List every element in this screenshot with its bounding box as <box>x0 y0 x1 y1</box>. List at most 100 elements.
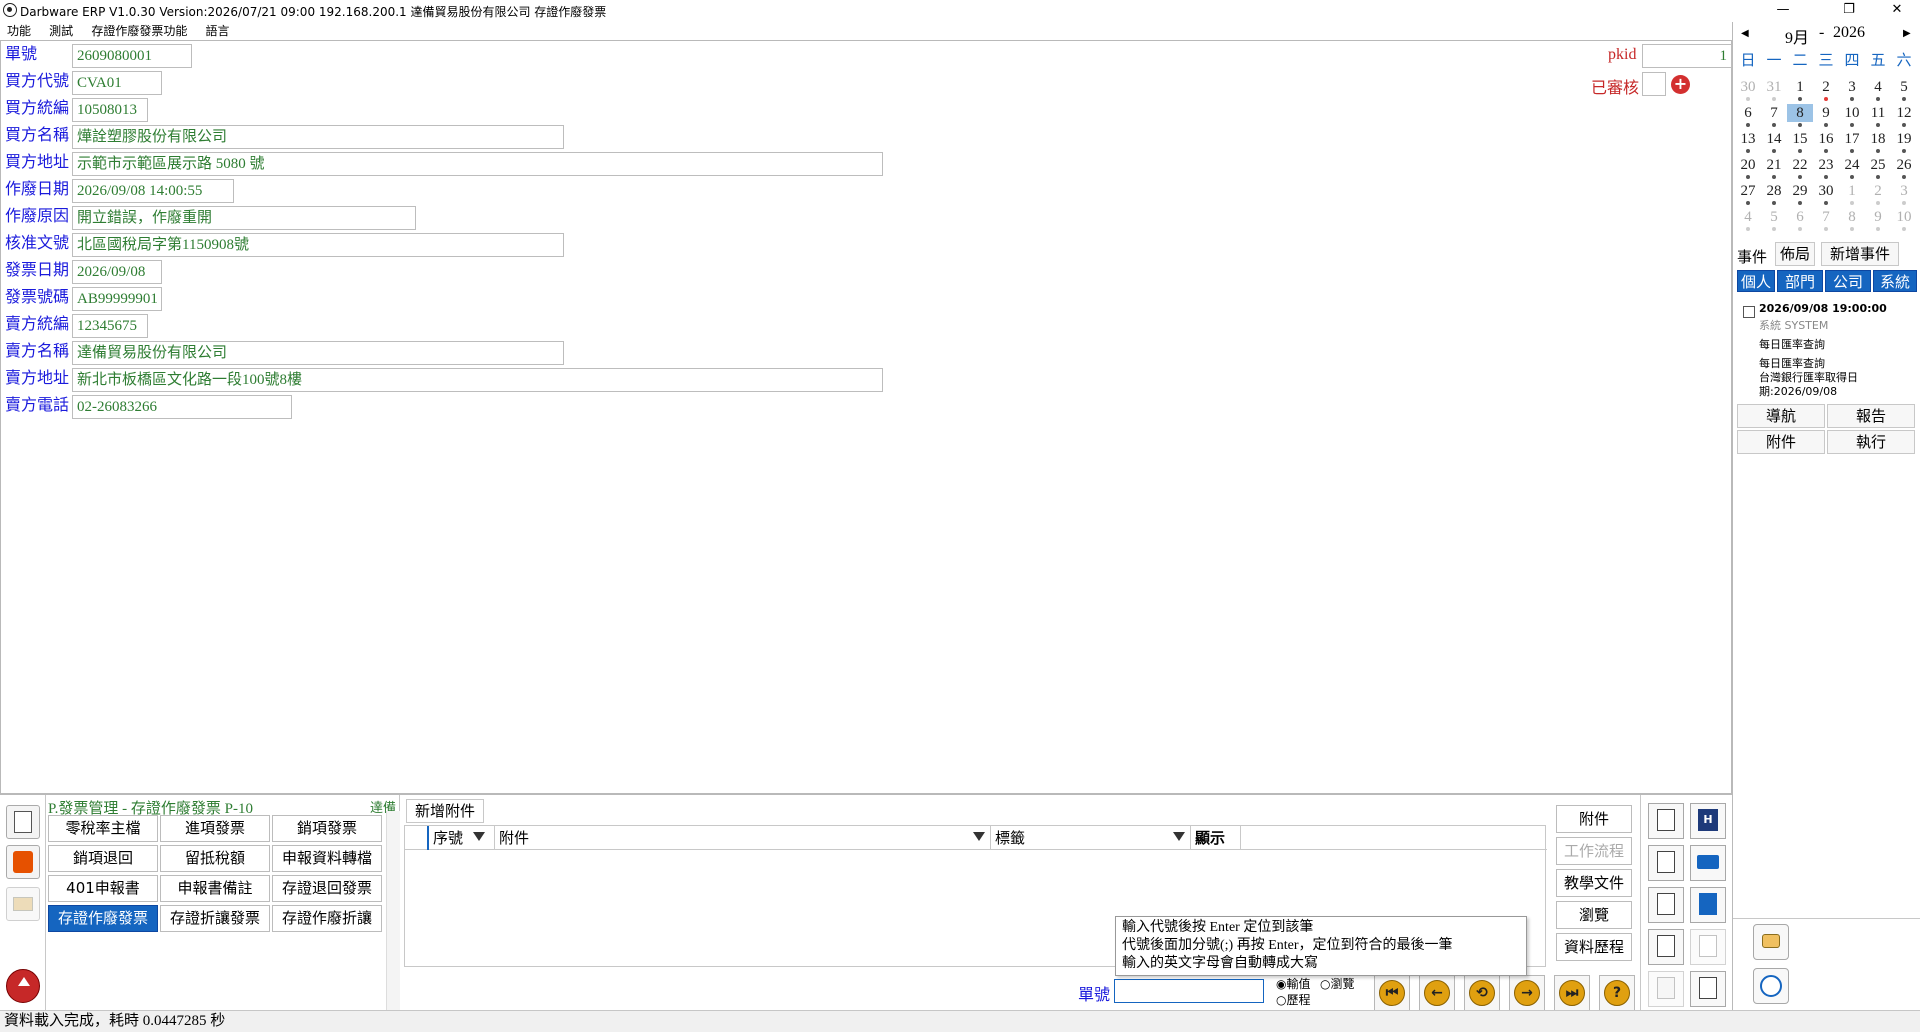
calendar-day[interactable]: 16 <box>1813 130 1839 148</box>
last-record-button[interactable]: ⏭ <box>1554 975 1590 1011</box>
calendar-day[interactable]: 7 <box>1761 104 1787 122</box>
filter-department[interactable]: 部門 <box>1777 270 1823 292</box>
calendar-day[interactable]: 9 <box>1865 208 1891 226</box>
report-button[interactable]: 報告 <box>1827 404 1915 428</box>
menu-test[interactable]: 測試 <box>42 22 80 39</box>
flower-icon[interactable] <box>6 845 40 879</box>
browse-side-button[interactable]: 瀏覽 <box>1556 901 1632 929</box>
radio-history[interactable]: ○歷程 <box>1276 991 1311 1008</box>
add-event-button[interactable]: 新增事件 <box>1821 242 1899 266</box>
calendar-day[interactable]: 10 <box>1839 104 1865 122</box>
calendar-day[interactable]: 5 <box>1891 78 1917 96</box>
clipboard-icon[interactable] <box>1690 887 1726 923</box>
calendar-day[interactable]: 22 <box>1787 156 1813 174</box>
copy-doc-icon[interactable] <box>1648 845 1684 881</box>
restore-button[interactable]: ❐ <box>1826 0 1872 22</box>
field-buyer-name[interactable]: 燁詮塑膠股份有限公司 <box>72 125 564 149</box>
btn-zero-tax-master[interactable]: 零稅率主檔 <box>48 815 158 842</box>
calendar-day[interactable]: 4 <box>1865 78 1891 96</box>
calendar-day[interactable]: 28 <box>1761 182 1787 200</box>
edit-doc-icon[interactable] <box>1648 887 1684 923</box>
btn-report-transfer[interactable]: 申報資料轉檔 <box>272 845 382 872</box>
calendar-day[interactable]: 21 <box>1761 156 1787 174</box>
field-void-date[interactable]: 2026/09/08 14:00:55 <box>72 179 234 203</box>
new-doc-icon[interactable] <box>1648 803 1684 839</box>
calendar-day[interactable]: 12 <box>1891 104 1917 122</box>
field-buyer-code[interactable]: CVA01 <box>72 71 162 95</box>
btn-archive-void-allowance[interactable]: 存證作廢折讓 <box>272 905 382 932</box>
export-doc-icon[interactable] <box>1690 971 1726 1007</box>
calendar-day[interactable]: 13 <box>1735 130 1761 148</box>
radio-browse[interactable]: ○瀏覽 <box>1320 975 1355 992</box>
btn-401-report[interactable]: 401申報書 <box>48 875 158 902</box>
calendar-day[interactable]: 6 <box>1735 104 1761 122</box>
calendar-day[interactable]: 6 <box>1787 208 1813 226</box>
calendar-day[interactable]: 11 <box>1865 104 1891 122</box>
filter-system[interactable]: 系統 <box>1873 270 1917 292</box>
radio-input-mode[interactable]: ◉輸值 <box>1276 975 1311 992</box>
refresh-button[interactable]: ⟲ <box>1464 975 1500 1011</box>
filter-icon[interactable] <box>473 832 485 841</box>
calendar-day[interactable]: 14 <box>1761 130 1787 148</box>
calendar-day[interactable]: 25 <box>1865 156 1891 174</box>
btn-retained-tax[interactable]: 留抵稅額 <box>160 845 270 872</box>
search-input[interactable] <box>1114 979 1264 1003</box>
field-invoice-no[interactable]: AB99999901 <box>72 287 162 311</box>
calendar-day[interactable]: 26 <box>1891 156 1917 174</box>
col-attachment[interactable]: 附件 <box>495 826 991 850</box>
folder-icon[interactable] <box>6 887 40 921</box>
calendar-day[interactable]: 4 <box>1735 208 1761 226</box>
field-pkid[interactable]: 1 <box>1642 44 1732 68</box>
field-seller-address[interactable]: 新北市板橋區文化路一段100號8樓 <box>72 368 883 392</box>
search-doc-icon[interactable] <box>1690 929 1726 965</box>
save-html-icon[interactable]: H <box>1690 803 1726 839</box>
col-seq[interactable]: 序號 <box>429 826 495 850</box>
btn-report-note[interactable]: 申報書備註 <box>160 875 270 902</box>
close-button[interactable]: ✕ <box>1874 0 1920 22</box>
filter-icon[interactable] <box>973 832 985 841</box>
filter-icon[interactable] <box>1173 832 1185 841</box>
calendar-day[interactable]: 8 <box>1839 208 1865 226</box>
calendar-day[interactable]: 5 <box>1761 208 1787 226</box>
help-button[interactable]: ? <box>1599 975 1635 1011</box>
minimize-button[interactable]: — <box>1760 0 1806 22</box>
calendar-day[interactable]: 31 <box>1761 78 1787 96</box>
module-scrollbar[interactable] <box>386 811 400 1011</box>
calendar-day[interactable]: 27 <box>1735 182 1761 200</box>
history-side-button[interactable]: 資料歷程 <box>1556 933 1632 961</box>
plus-circle-icon[interactable]: + <box>1671 75 1690 94</box>
field-approval-no[interactable]: 北區國稅局字第1150908號 <box>72 233 564 257</box>
calendar-day[interactable]: 1 <box>1787 78 1813 96</box>
field-seller-phone[interactable]: 02-26083266 <box>72 395 292 419</box>
workflow-side-button[interactable]: 工作流程 <box>1556 837 1632 865</box>
audited-checkbox[interactable] <box>1642 72 1666 96</box>
robot-icon[interactable] <box>1753 924 1789 960</box>
calendar-day[interactable]: 10 <box>1891 208 1917 226</box>
filter-company[interactable]: 公司 <box>1825 270 1871 292</box>
next-record-button[interactable]: → <box>1509 975 1545 1011</box>
calendar-day-selected[interactable]: 8 <box>1787 104 1813 122</box>
print-icon[interactable] <box>1690 845 1726 881</box>
btn-sales-return[interactable]: 銷項退回 <box>48 845 158 872</box>
event-title[interactable]: 每日匯率查詢 <box>1759 336 1825 352</box>
field-invoice-date[interactable]: 2026/09/08 <box>72 260 162 284</box>
pencil-icon[interactable] <box>1648 971 1684 1007</box>
field-seller-tax-id[interactable]: 12345675 <box>72 314 148 338</box>
calendar-day[interactable]: 9 <box>1813 104 1839 122</box>
calendar-day[interactable]: 7 <box>1813 208 1839 226</box>
calendar-day[interactable]: 19 <box>1891 130 1917 148</box>
field-seller-name[interactable]: 達備貿易股份有限公司 <box>72 341 564 365</box>
calendar-day[interactable]: 2 <box>1865 182 1891 200</box>
first-record-button[interactable]: ⏮ <box>1374 975 1410 1011</box>
field-doc-no[interactable]: 2609080001 <box>72 44 192 68</box>
btn-archive-return-invoice[interactable]: 存證退回發票 <box>272 875 382 902</box>
attachments-side-button[interactable]: 附件 <box>1556 805 1632 833</box>
up-arrow-icon[interactable] <box>6 969 40 1003</box>
col-display[interactable]: 顯示 <box>1191 826 1241 850</box>
menu-function[interactable]: 功能 <box>0 22 38 39</box>
calendar-day[interactable]: 15 <box>1787 130 1813 148</box>
calendar-day[interactable]: 1 <box>1839 182 1865 200</box>
menu-language[interactable]: 語言 <box>198 22 236 39</box>
navigate-button[interactable]: 導航 <box>1737 404 1825 428</box>
menu-void-invoice-function[interactable]: 存證作廢發票功能 <box>84 22 194 39</box>
